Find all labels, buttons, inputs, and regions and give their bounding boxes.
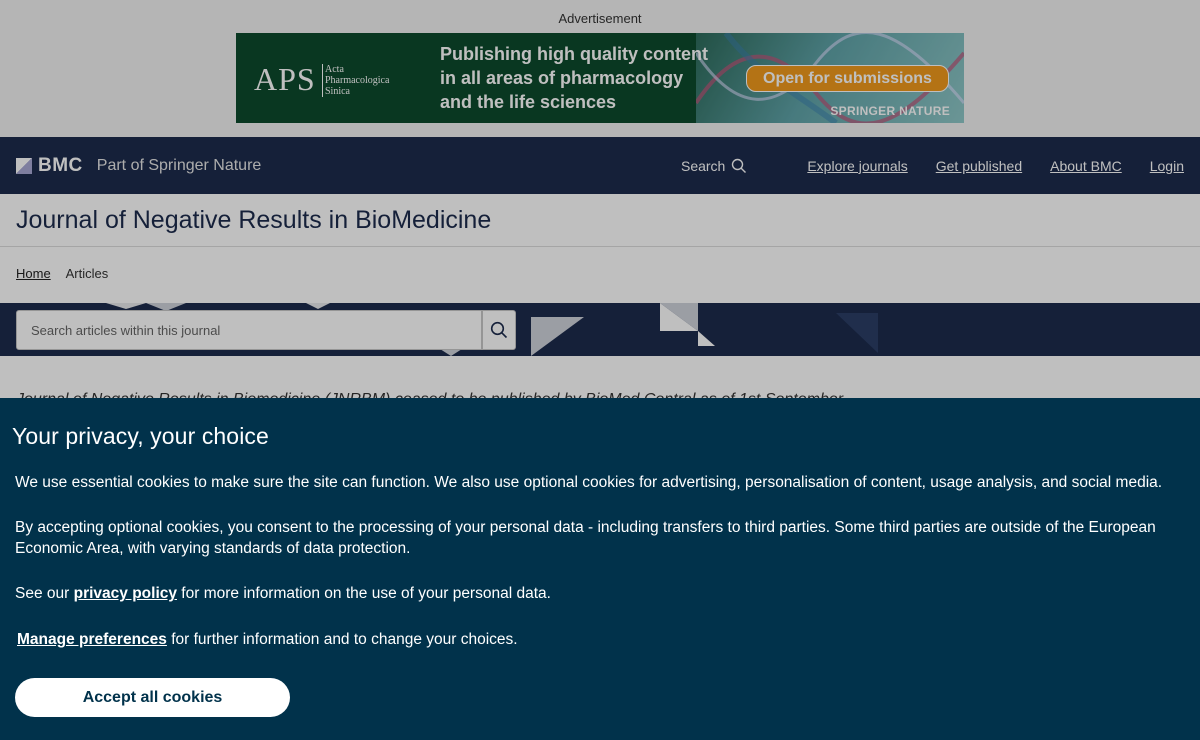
cookie-title: Your privacy, your choice (12, 423, 269, 449)
cookie-essential-text: We use essential cookies to make sure th… (15, 474, 1163, 491)
cookie-manage-suffix: for further information and to change yo… (166, 631, 518, 648)
privacy-policy-link[interactable]: privacy policy (74, 585, 177, 602)
cookie-privacy-text: See our privacy policy for more informat… (15, 583, 1185, 604)
accept-all-cookies-button[interactable]: Accept all cookies (15, 678, 290, 717)
cookie-dialog: Your privacy, your choice We use essenti… (0, 398, 1200, 740)
cookie-consent-text: By accepting optional cookies, you conse… (15, 519, 1156, 557)
cookie-manage-text: Manage preferences for further informati… (17, 629, 1185, 650)
manage-preferences-link[interactable]: Manage preferences (17, 631, 167, 648)
cookie-privacy-prefix: See our (15, 585, 74, 602)
cookie-privacy-suffix: for more information on the use of your … (177, 585, 551, 602)
